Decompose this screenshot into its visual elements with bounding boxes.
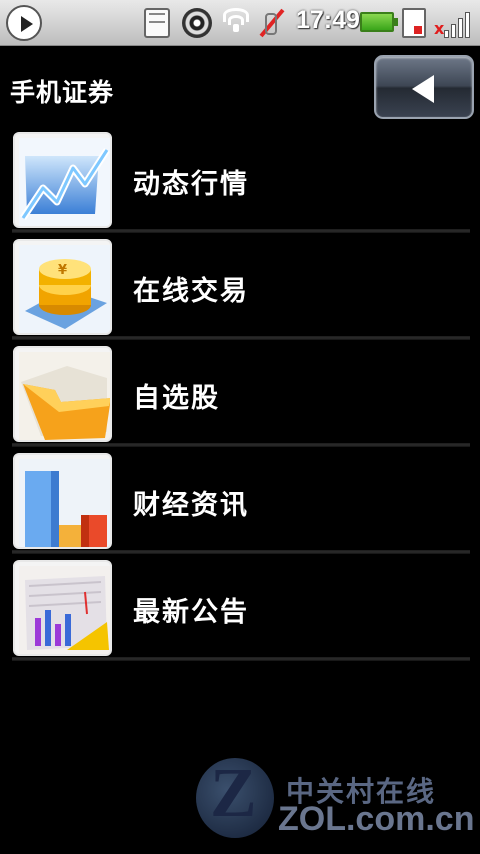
zol-watermark: Z 中关村在线 ZOL.com.cn bbox=[196, 755, 480, 850]
market-chart-icon bbox=[13, 132, 112, 228]
notification-off-icon bbox=[258, 8, 284, 38]
menu-item-announcements[interactable]: 最新公告 bbox=[0, 554, 480, 661]
menu-item-news[interactable]: 财经资讯 bbox=[0, 447, 480, 554]
page-title: 手机证券 bbox=[10, 78, 115, 107]
menu-item-label: 动态行情 bbox=[133, 169, 249, 200]
folder-icon bbox=[13, 346, 112, 442]
back-arrow-icon bbox=[412, 75, 434, 103]
wifi-icon bbox=[222, 8, 250, 38]
disc-icon bbox=[182, 8, 212, 38]
signal-icon: x bbox=[434, 8, 470, 38]
status-time: 17:49 bbox=[296, 6, 360, 34]
play-icon[interactable] bbox=[6, 5, 42, 41]
menu-item-watchlist[interactable]: 自选股 bbox=[0, 340, 480, 447]
status-bar: 17:49 x bbox=[0, 0, 480, 46]
app-header: 手机证券 bbox=[0, 46, 480, 126]
watermark-en: ZOL.com.cn bbox=[278, 800, 475, 838]
bar-chart-icon bbox=[13, 453, 112, 549]
menu-item-label: 财经资讯 bbox=[133, 490, 249, 521]
menu-item-label: 自选股 bbox=[133, 383, 220, 414]
battery-icon bbox=[360, 12, 398, 32]
back-button[interactable] bbox=[374, 55, 474, 119]
sim-card-icon bbox=[402, 8, 426, 38]
menu-item-market[interactable]: 动态行情 bbox=[0, 126, 480, 233]
sd-card-icon bbox=[144, 8, 170, 38]
svg-text:¥: ¥ bbox=[58, 263, 67, 278]
announcement-icon bbox=[13, 560, 112, 656]
menu-list: 动态行情 ¥ 在线交易 自选股 财经资讯 最新公告 bbox=[0, 126, 480, 661]
zol-logo: Z bbox=[196, 755, 274, 838]
menu-item-label: 最新公告 bbox=[133, 597, 249, 628]
coins-icon: ¥ bbox=[13, 239, 112, 335]
menu-item-trade[interactable]: ¥ 在线交易 bbox=[0, 233, 480, 340]
menu-item-label: 在线交易 bbox=[133, 276, 249, 307]
divider bbox=[12, 657, 470, 661]
